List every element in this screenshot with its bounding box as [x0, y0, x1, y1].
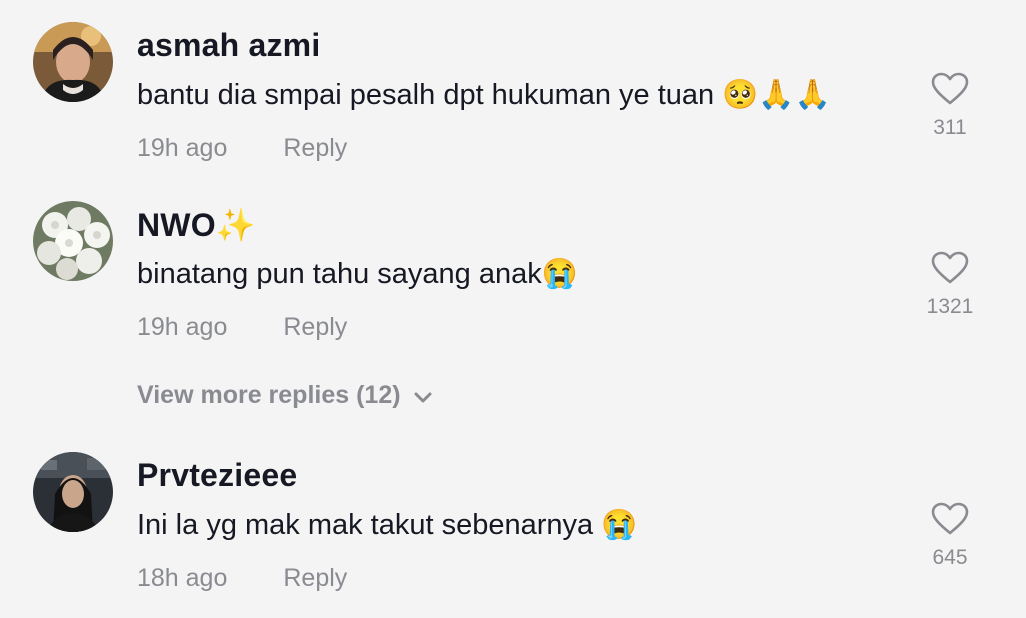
comment-text: Ini la yg mak mak takut sebenarnya 😭: [137, 509, 638, 541]
like-count: 645: [932, 546, 968, 569]
avatar[interactable]: [33, 22, 113, 102]
like-count: 1321: [926, 295, 974, 318]
heart-icon[interactable]: [931, 72, 969, 106]
comment-meta: 18h ago Reply: [137, 564, 347, 593]
comment-meta: 19h ago Reply: [137, 313, 347, 342]
comment-text: binatang pun tahu sayang anak😭: [137, 258, 578, 290]
comment-username[interactable]: asmah azmi: [137, 27, 320, 64]
user-photo-avatar-icon: [33, 452, 113, 532]
comment-meta: 19h ago Reply: [137, 134, 347, 163]
view-more-replies-button[interactable]: View more replies (12): [137, 381, 433, 411]
comment-username[interactable]: NWO✨: [137, 206, 256, 244]
comment-timestamp: 19h ago: [137, 134, 228, 162]
avatar[interactable]: [33, 452, 113, 532]
user-photo-avatar-icon: [33, 22, 113, 102]
heart-icon[interactable]: [931, 502, 969, 536]
comment-text: bantu dia smpai pesalh dpt hukuman ye tu…: [137, 79, 831, 111]
chevron-down-icon: [413, 382, 433, 411]
like-control: 1321: [920, 251, 980, 319]
like-count: 311: [933, 116, 967, 139]
white-flowers-avatar-icon: [33, 201, 113, 281]
like-control: 311: [920, 72, 980, 140]
avatar[interactable]: [33, 201, 113, 281]
view-more-label: View more replies (12): [137, 381, 401, 409]
reply-button[interactable]: Reply: [283, 134, 347, 162]
reply-button[interactable]: Reply: [283, 313, 347, 341]
like-control: 645: [920, 502, 980, 570]
comment-timestamp: 19h ago: [137, 313, 228, 341]
comment-username[interactable]: Prvtezieee: [137, 457, 297, 494]
reply-button[interactable]: Reply: [283, 564, 347, 592]
heart-icon[interactable]: [931, 251, 969, 285]
comment-timestamp: 18h ago: [137, 564, 228, 592]
